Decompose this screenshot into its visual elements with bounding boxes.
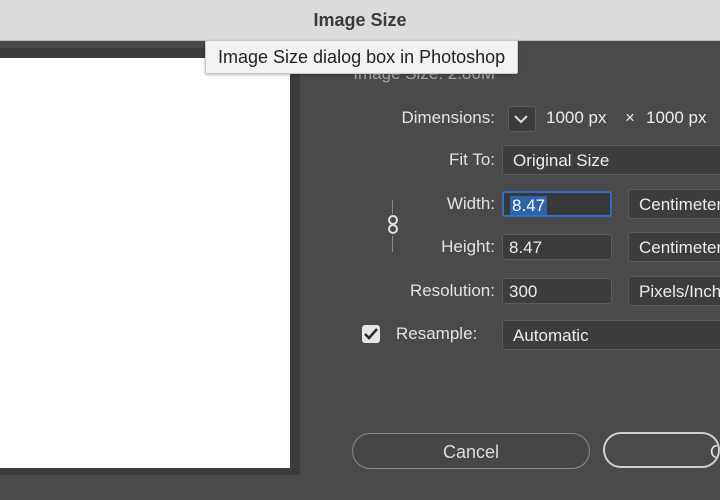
- dimensions-times: ×: [625, 108, 635, 127]
- fit-to-value: Original Size: [513, 151, 610, 170]
- height-unit: Centimeters: [639, 238, 720, 257]
- title-bar: Image Size: [0, 0, 720, 41]
- height-unit-select[interactable]: Centimeters: [628, 232, 720, 262]
- checkmark-icon: [364, 328, 378, 340]
- width-unit-select[interactable]: Centimeters: [628, 189, 720, 219]
- dimensions-width: 1000 px: [546, 108, 607, 127]
- chevron-down-icon: [514, 115, 528, 124]
- dimensions-label: Dimensions:: [401, 108, 495, 127]
- height-input[interactable]: 8.47: [502, 234, 612, 260]
- resample-value: Automatic: [513, 326, 589, 345]
- resample-label: Resample:: [396, 324, 478, 343]
- resolution-label: Resolution:: [409, 281, 495, 300]
- dimensions-toggle-button[interactable]: [508, 106, 536, 132]
- link-icon[interactable]: [384, 213, 402, 237]
- cancel-button[interactable]: Cancel: [352, 433, 590, 469]
- height-value: 8.47: [509, 238, 543, 257]
- ok-button[interactable]: OK: [603, 432, 720, 468]
- window-title: Image Size: [313, 10, 407, 30]
- resample-checkbox[interactable]: [362, 325, 380, 343]
- fit-to-select[interactable]: Original Size: [502, 145, 720, 175]
- image-preview[interactable]: [0, 58, 290, 468]
- resolution-unit: Pixels/Inch: [639, 282, 720, 301]
- dimensions-height: 1000 px: [646, 108, 707, 127]
- resample-select[interactable]: Automatic: [502, 320, 720, 350]
- resolution-value: 300: [509, 282, 538, 301]
- width-unit: Centimeters: [639, 195, 720, 214]
- resolution-input[interactable]: 300: [502, 278, 612, 304]
- width-input[interactable]: 8.47: [502, 191, 612, 217]
- fit-to-label: Fit To:: [449, 150, 495, 169]
- resolution-unit-select[interactable]: Pixels/Inch: [628, 276, 720, 306]
- tooltip: Image Size dialog box in Photoshop: [205, 40, 519, 74]
- width-value: 8.47: [510, 196, 548, 215]
- height-label: Height:: [441, 237, 495, 256]
- width-label: Width:: [446, 194, 495, 213]
